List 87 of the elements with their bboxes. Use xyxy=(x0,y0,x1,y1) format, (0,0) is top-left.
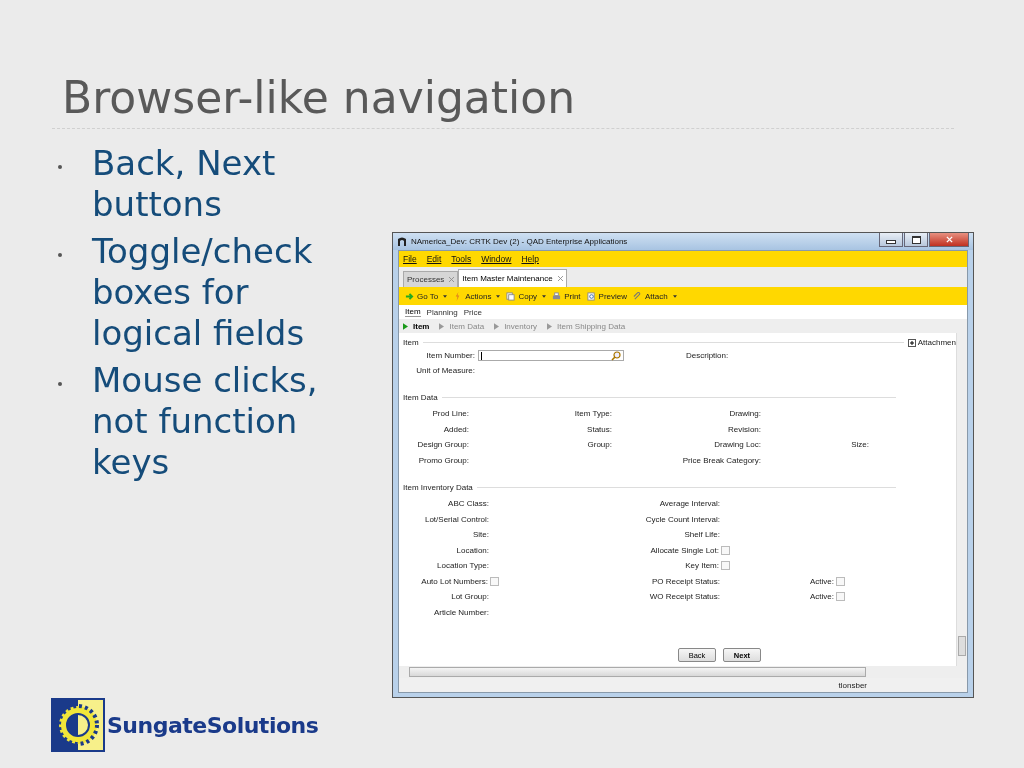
checkbox[interactable] xyxy=(836,592,845,602)
field-label: Shelf Life: xyxy=(684,530,720,540)
step-link[interactable]: Item xyxy=(403,321,430,331)
field-label: Added: xyxy=(443,424,469,434)
field-label: Article Number: xyxy=(433,607,489,617)
minimize-button[interactable] xyxy=(879,233,903,247)
field-label: Key Item: xyxy=(685,561,719,571)
field-label: Location: xyxy=(456,545,489,555)
play-icon xyxy=(439,322,445,330)
bullet-text: Back, Next buttons xyxy=(92,143,277,225)
field-label: Cycle Count Interval: xyxy=(645,514,720,524)
toolbar-button[interactable]: Print xyxy=(552,291,581,301)
field-label: Item Type: xyxy=(574,409,612,419)
company-logo-text: SungateSolutions xyxy=(107,712,319,738)
field-label: Site: xyxy=(473,530,489,540)
checkbox[interactable] xyxy=(721,545,730,555)
attachments-button[interactable]: Attachmen xyxy=(907,337,956,348)
group-title: Item Data xyxy=(403,392,438,403)
toolbar-button[interactable]: Go To xyxy=(405,291,448,301)
paperclip-icon xyxy=(633,291,643,301)
field-label: Active: xyxy=(810,592,834,602)
checkbox[interactable] xyxy=(721,561,730,571)
app-icon xyxy=(397,236,407,247)
bullet-text: Mouse clicks, not function keys xyxy=(92,360,319,483)
document-tab[interactable]: Processes xyxy=(403,271,459,287)
maximize-button[interactable] xyxy=(904,233,928,247)
group-title: Item Inventory Data xyxy=(403,482,473,493)
field-label: Allocate Single Lot: xyxy=(650,545,719,555)
field-label: Drawing Loc: xyxy=(714,440,761,450)
close-tab-icon[interactable] xyxy=(449,277,455,282)
field-label: Description: xyxy=(686,351,729,360)
field-label: Unit of Measure: xyxy=(415,366,475,375)
field-label: ABC Class: xyxy=(448,499,489,509)
field-label: Drawing: xyxy=(729,409,761,419)
field-label: Revision: xyxy=(728,424,761,434)
field-label: Group: xyxy=(587,440,612,450)
window-title: NAmerica_Dev: CRTK Dev (2) - QAD Enterprise Applications xyxy=(411,237,628,246)
sun-logo-icon xyxy=(51,698,105,752)
field-label: Auto Lot Numbers: xyxy=(421,576,488,586)
play-icon xyxy=(547,322,553,330)
field-label: Prod Line: xyxy=(432,409,469,419)
item-number-field[interactable] xyxy=(478,350,624,361)
bullet-dot xyxy=(58,382,62,386)
field-label: Status: xyxy=(587,424,612,434)
field-label: PO Receipt Status: xyxy=(651,576,720,586)
close-tab-icon[interactable] xyxy=(557,276,563,281)
close-icon xyxy=(945,236,953,243)
slide-title: Browser-like navigation xyxy=(62,72,576,124)
bullet-dot xyxy=(58,253,62,257)
field-label: Active: xyxy=(810,576,834,586)
checkbox[interactable] xyxy=(490,576,499,586)
play-icon xyxy=(494,322,500,330)
field-label: Design Group: xyxy=(417,440,469,450)
search-icon[interactable] xyxy=(611,350,621,361)
field-label: Average Interval: xyxy=(659,499,720,509)
sub-tab[interactable]: Planning xyxy=(426,307,458,317)
play-icon xyxy=(403,322,408,330)
checkbox[interactable] xyxy=(836,576,845,586)
status-user: tlonsber xyxy=(838,680,867,690)
menu-item[interactable]: Window xyxy=(481,254,512,264)
field-label: Promo Group: xyxy=(418,455,469,465)
menu-item[interactable]: Tools xyxy=(451,254,472,264)
field-label: Location Type: xyxy=(437,561,489,571)
arrow-icon xyxy=(405,291,414,301)
field-label: Lot Group: xyxy=(451,592,489,602)
printer-icon xyxy=(552,291,562,301)
horizontal-scrollbar[interactable] xyxy=(399,666,967,678)
menu-item[interactable]: Help xyxy=(521,254,539,264)
group-title: Item xyxy=(403,337,419,348)
document-tab[interactable]: Item Master Maintenance xyxy=(458,269,567,287)
field-label: Price Break Category: xyxy=(682,455,761,465)
sub-tab[interactable]: Item xyxy=(405,307,421,317)
bullet-dot xyxy=(58,165,62,169)
copy-icon xyxy=(506,291,516,301)
bullet-text: Toggle/check boxes for logical fields xyxy=(92,231,314,354)
page-magnifier-icon xyxy=(586,291,596,301)
sub-tab[interactable]: Price xyxy=(463,307,482,317)
menu-item[interactable]: Edit xyxy=(426,254,442,264)
toolbar-button[interactable]: Attach xyxy=(633,291,677,301)
field-label: Lot/Serial Control: xyxy=(424,514,489,524)
menu-item[interactable]: File xyxy=(403,254,417,264)
field-label: WO Receipt Status: xyxy=(649,592,720,602)
toolbar-button[interactable]: Preview xyxy=(586,291,628,301)
field-label: Size: xyxy=(851,440,869,450)
field-label: Item Number: xyxy=(425,351,475,360)
toolbar-button[interactable]: Actions xyxy=(453,291,501,301)
toolbar-button[interactable]: Copy xyxy=(506,291,547,301)
